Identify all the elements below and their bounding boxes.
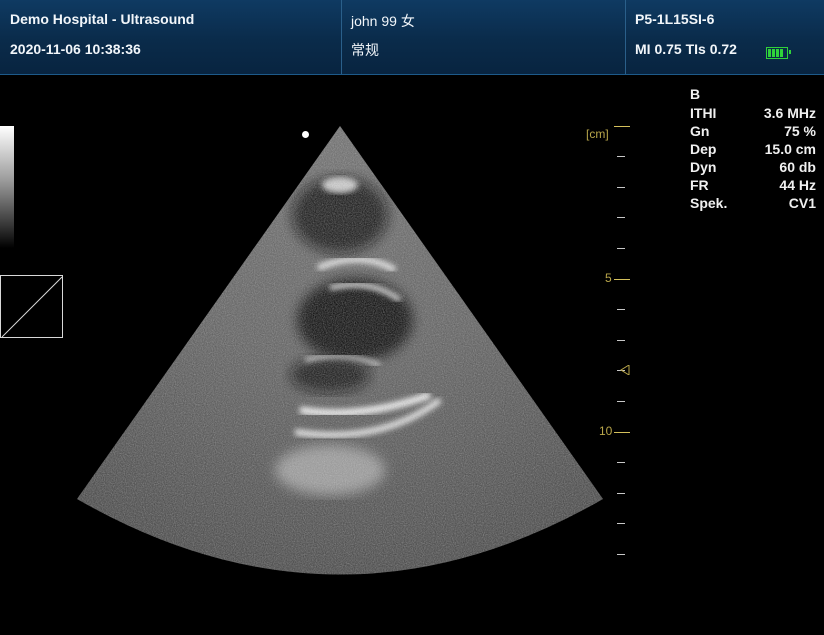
- param-row: Dep 15.0 cm: [690, 140, 816, 158]
- param-label: ITHI: [690, 105, 717, 121]
- param-label: Dep: [690, 141, 717, 157]
- param-value: 15.0 cm: [764, 141, 816, 157]
- param-label: Dyn: [690, 159, 717, 175]
- scale-tick: [617, 156, 625, 157]
- scale-tick: [617, 248, 625, 249]
- depth-label-5: 5: [605, 271, 612, 285]
- param-row: ITHI 3.6 MHz: [690, 104, 816, 122]
- scale-tick: [614, 126, 630, 127]
- param-value: 44 Hz: [779, 177, 816, 193]
- param-label: FR: [690, 177, 709, 193]
- grayscale-bar: [0, 126, 14, 248]
- param-row: Gn 75 %: [690, 122, 816, 140]
- scale-tick: [614, 279, 630, 280]
- scale-tick: [617, 187, 625, 188]
- scale-tick: [617, 462, 625, 463]
- param-label: Spek.: [690, 195, 728, 211]
- imaging-parameters: B ITHI 3.6 MHz Gn 75 % Dep 15.0 cm Dyn 6…: [690, 86, 816, 212]
- param-label: Gn: [690, 123, 710, 139]
- imaging-mode: B: [690, 86, 701, 102]
- sector-scan: [77, 126, 603, 575]
- scale-tick: [617, 493, 625, 494]
- depth-scale-unit: [cm]: [586, 127, 609, 141]
- param-value: 75 %: [784, 123, 816, 139]
- param-row: FR 44 Hz: [690, 176, 816, 194]
- param-row: Spek. CV1: [690, 194, 816, 212]
- param-value: 3.6 MHz: [763, 105, 816, 121]
- scale-tick: [617, 554, 625, 555]
- grayscale-map-icon[interactable]: [0, 275, 63, 338]
- param-value: 60 db: [779, 159, 816, 175]
- param-row: Dyn 60 db: [690, 158, 816, 176]
- focus-dot-icon: [302, 131, 309, 138]
- scale-tick: [617, 340, 625, 341]
- scale-tick: [617, 309, 625, 310]
- focus-marker-icon[interactable]: [620, 365, 630, 375]
- scale-tick: [614, 432, 630, 433]
- scale-tick: [617, 523, 625, 524]
- scale-tick: [617, 217, 625, 218]
- scale-tick: [617, 401, 625, 402]
- depth-label-10: 10: [599, 424, 613, 438]
- param-value: CV1: [788, 195, 816, 211]
